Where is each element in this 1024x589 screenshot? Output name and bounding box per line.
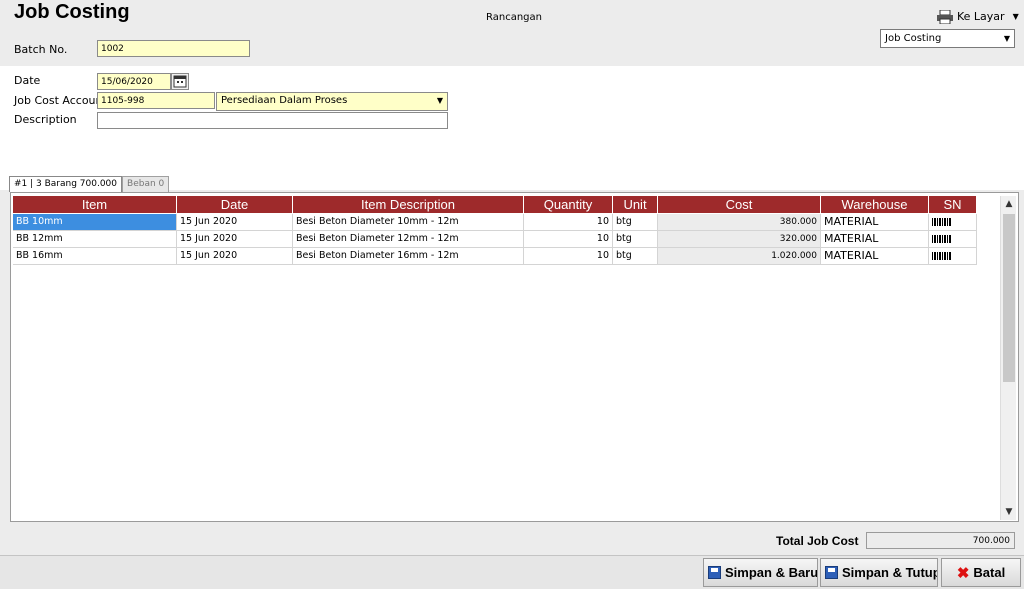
cell-sn[interactable] — [929, 248, 977, 265]
print-destination-label: Ke Layar — [957, 9, 1005, 23]
cell-unit[interactable]: btg — [613, 248, 658, 265]
column-header-date[interactable]: Date — [177, 196, 293, 214]
cell-cost: 1.020.000 — [658, 248, 821, 265]
cell-date[interactable]: 15 Jun 2020 — [177, 248, 293, 265]
barcode-icon — [932, 252, 952, 260]
save-new-label: Simpan & Baru — [725, 565, 818, 580]
cell-sn[interactable] — [929, 214, 977, 231]
scroll-down-icon[interactable]: ▼ — [1001, 504, 1017, 520]
description-label: Description — [14, 113, 77, 126]
printer-icon — [937, 9, 953, 24]
form-template-select[interactable]: Job Costing ▼ — [880, 29, 1015, 48]
form-template-value: Job Costing — [885, 33, 942, 44]
scrollbar-thumb[interactable] — [1003, 214, 1015, 382]
cell-item[interactable]: BB 16mm — [13, 248, 177, 265]
cancel-label: Batal — [973, 565, 1006, 580]
save-close-label: Simpan & Tutup — [842, 565, 938, 580]
calendar-icon — [173, 75, 187, 88]
cell-unit[interactable]: btg — [613, 214, 658, 231]
total-job-cost-value: 700.000 — [866, 532, 1015, 549]
date-input[interactable]: 15/06/2020 — [97, 73, 171, 90]
save-icon — [708, 566, 721, 579]
cell-unit[interactable]: btg — [613, 231, 658, 248]
description-input[interactable] — [97, 112, 448, 129]
tab-beban[interactable]: Beban 0 — [122, 176, 170, 192]
cell-date[interactable]: 15 Jun 2020 — [177, 231, 293, 248]
column-header-warehouse[interactable]: Warehouse — [821, 196, 929, 214]
column-header-unit[interactable]: Unit — [613, 196, 658, 214]
total-job-cost-label: Total Job Cost — [776, 534, 859, 548]
cancel-button[interactable]: ✖ Batal — [941, 558, 1021, 587]
cell-date[interactable]: 15 Jun 2020 — [177, 214, 293, 231]
account-name-value: Persediaan Dalam Proses — [221, 95, 348, 106]
status-label: Rancangan — [486, 12, 542, 23]
calendar-button[interactable] — [171, 73, 189, 90]
cell-warehouse[interactable]: MATERIAL — [821, 214, 929, 231]
cell-quantity[interactable]: 10 — [524, 231, 613, 248]
grid-header-row: Item Date Item Description Quantity Unit… — [13, 196, 1001, 214]
save-new-button[interactable]: Simpan & Baru — [703, 558, 818, 587]
cell-item[interactable]: BB 10mm — [13, 214, 177, 231]
print-destination-button[interactable]: Ke Layar ▼ — [937, 6, 1021, 26]
column-header-sn[interactable]: SN — [929, 196, 977, 214]
table-row[interactable]: BB 16mm 15 Jun 2020 Besi Beton Diameter … — [13, 248, 1001, 265]
cell-item[interactable]: BB 12mm — [13, 231, 177, 248]
table-row[interactable]: BB 10mm 15 Jun 2020 Besi Beton Diameter … — [13, 214, 1001, 231]
save-close-button[interactable]: Simpan & Tutup — [820, 558, 938, 587]
barcode-icon — [932, 235, 952, 243]
cell-quantity[interactable]: 10 — [524, 248, 613, 265]
cell-description[interactable]: Besi Beton Diameter 12mm - 12m — [293, 231, 524, 248]
cell-sn[interactable] — [929, 231, 977, 248]
chevron-down-icon: ▼ — [1003, 34, 1010, 43]
column-header-quantity[interactable]: Quantity — [524, 196, 613, 214]
barcode-icon — [932, 218, 952, 226]
page-title: Job Costing — [14, 1, 130, 23]
date-label: Date — [14, 74, 41, 87]
account-code-input[interactable]: 1105-998 — [97, 92, 215, 109]
tab-barang[interactable]: #1 | 3 Barang 700.000 — [9, 176, 123, 192]
chevron-down-icon: ▼ — [436, 96, 443, 105]
account-label: Job Cost Account — [14, 94, 107, 107]
cell-description[interactable]: Besi Beton Diameter 16mm - 12m — [293, 248, 524, 265]
save-icon — [825, 566, 838, 579]
column-header-description[interactable]: Item Description — [293, 196, 524, 214]
account-name-select[interactable]: Persediaan Dalam Proses ▼ — [216, 92, 448, 111]
table-row[interactable]: BB 12mm 15 Jun 2020 Besi Beton Diameter … — [13, 231, 1001, 248]
column-header-item[interactable]: Item — [13, 196, 177, 214]
cell-warehouse[interactable]: MATERIAL — [821, 231, 929, 248]
batch-input[interactable]: 1002 — [97, 40, 250, 57]
chevron-down-icon: ▼ — [1012, 11, 1019, 21]
cell-quantity[interactable]: 10 — [524, 214, 613, 231]
cell-description[interactable]: Besi Beton Diameter 10mm - 12m — [293, 214, 524, 231]
detail-tabs: #1 | 3 Barang 700.000 Beban 0 — [9, 176, 170, 192]
cell-warehouse[interactable]: MATERIAL — [821, 248, 929, 265]
column-header-cost[interactable]: Cost — [658, 196, 821, 214]
cancel-icon: ✖ — [956, 564, 970, 582]
cell-cost: 380.000 — [658, 214, 821, 231]
item-grid: Item Date Item Description Quantity Unit… — [10, 192, 1019, 522]
scroll-up-icon[interactable]: ▲ — [1001, 196, 1017, 212]
cell-cost: 320.000 — [658, 231, 821, 248]
grid-vertical-scrollbar[interactable]: ▲ ▼ — [1000, 196, 1016, 520]
batch-label: Batch No. — [14, 43, 68, 56]
